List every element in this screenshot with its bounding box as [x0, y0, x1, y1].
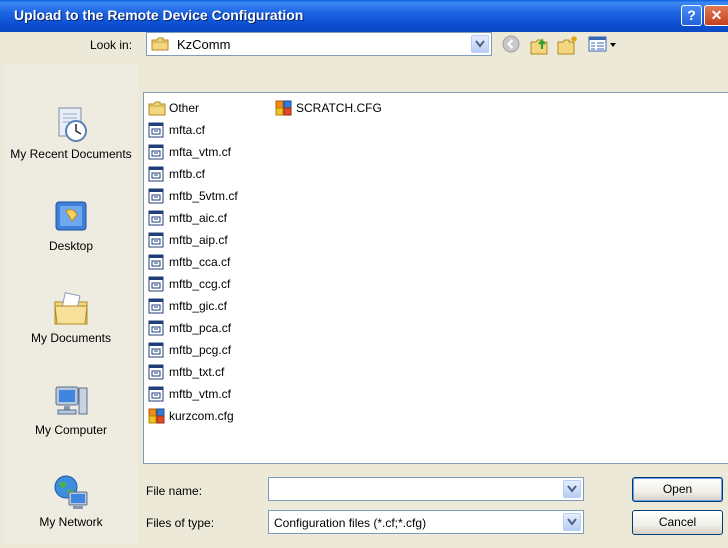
place-label: My Recent Documents [10, 147, 132, 161]
folder-icon [148, 101, 166, 116]
folder-icon [151, 37, 169, 54]
place-label: My Network [39, 515, 103, 529]
place-my-documents[interactable]: My Documents [4, 290, 138, 346]
help-button[interactable]: ? [681, 5, 702, 26]
place-label: My Computer [34, 423, 108, 437]
look-in-dropdown-button[interactable] [471, 35, 489, 53]
up-one-level-icon[interactable] [530, 35, 552, 58]
back-arrow-icon[interactable] [502, 35, 520, 56]
cfg-file-icon [275, 100, 292, 116]
upload-dialog: Upload to the Remote Device Configuratio… [0, 0, 728, 548]
place-desktop[interactable]: Desktop [4, 198, 138, 254]
config-file-icon [148, 188, 164, 204]
file-name-label: File name: [146, 484, 203, 498]
my-network-icon [54, 475, 88, 509]
open-button[interactable]: Open [632, 477, 723, 502]
config-file-icon [148, 276, 164, 292]
file-name-combo[interactable] [268, 477, 584, 501]
my-documents-icon [54, 292, 88, 325]
config-file-icon [148, 320, 164, 336]
my-computer-icon [55, 386, 88, 415]
config-file-icon [148, 166, 164, 182]
chevron-down-icon [475, 40, 485, 48]
file-type-dropdown-button[interactable] [563, 513, 581, 531]
config-file-icon [148, 298, 164, 314]
chevron-down-icon [567, 485, 577, 493]
title-bar[interactable]: Upload to the Remote Device Configuratio… [0, 0, 728, 32]
chevron-down-icon [567, 518, 577, 526]
new-folder-icon[interactable] [557, 35, 579, 58]
recent-documents-icon [58, 107, 87, 142]
file-name-dropdown-button[interactable] [563, 480, 581, 498]
config-file-icon [148, 144, 164, 160]
close-button[interactable]: ✕ [704, 5, 728, 26]
config-file-icon [148, 232, 164, 248]
place-my-computer[interactable]: My Computer [4, 382, 138, 438]
desktop-icon [55, 201, 87, 231]
cancel-button[interactable]: Cancel [632, 510, 723, 535]
file-type-select[interactable]: Configuration files (*.cf;*.cfg) [268, 510, 584, 534]
place-my-recent-documents[interactable]: My Recent Documents [4, 106, 138, 162]
window-title: Upload to the Remote Device Configuratio… [14, 7, 304, 23]
file-name-input[interactable] [272, 481, 556, 497]
views-menu-icon[interactable] [588, 35, 618, 56]
config-file-icon [148, 210, 164, 226]
look-in-value: KzComm [177, 37, 231, 52]
look-in-label: Look in: [90, 38, 133, 52]
place-my-network[interactable]: My Network [4, 474, 138, 530]
file-list[interactable]: Other mfta.cf mfta_vtm.cf mftb.cf mftb_5… [143, 92, 728, 464]
file-type-label: Files of type: [146, 516, 215, 530]
cfg-file-icon [148, 408, 165, 424]
place-label: My Documents [30, 331, 112, 345]
config-file-icon [148, 342, 164, 358]
config-file-icon [148, 386, 164, 402]
config-file-icon [148, 122, 164, 138]
file-type-value: Configuration files (*.cf;*.cfg) [274, 516, 427, 530]
config-file-icon [148, 364, 164, 380]
look-in-dropdown[interactable]: KzComm [146, 32, 492, 56]
config-file-icon [148, 254, 164, 270]
places-bar: My Recent Documents Desktop My Documents… [4, 64, 138, 544]
place-label: Desktop [48, 239, 94, 253]
